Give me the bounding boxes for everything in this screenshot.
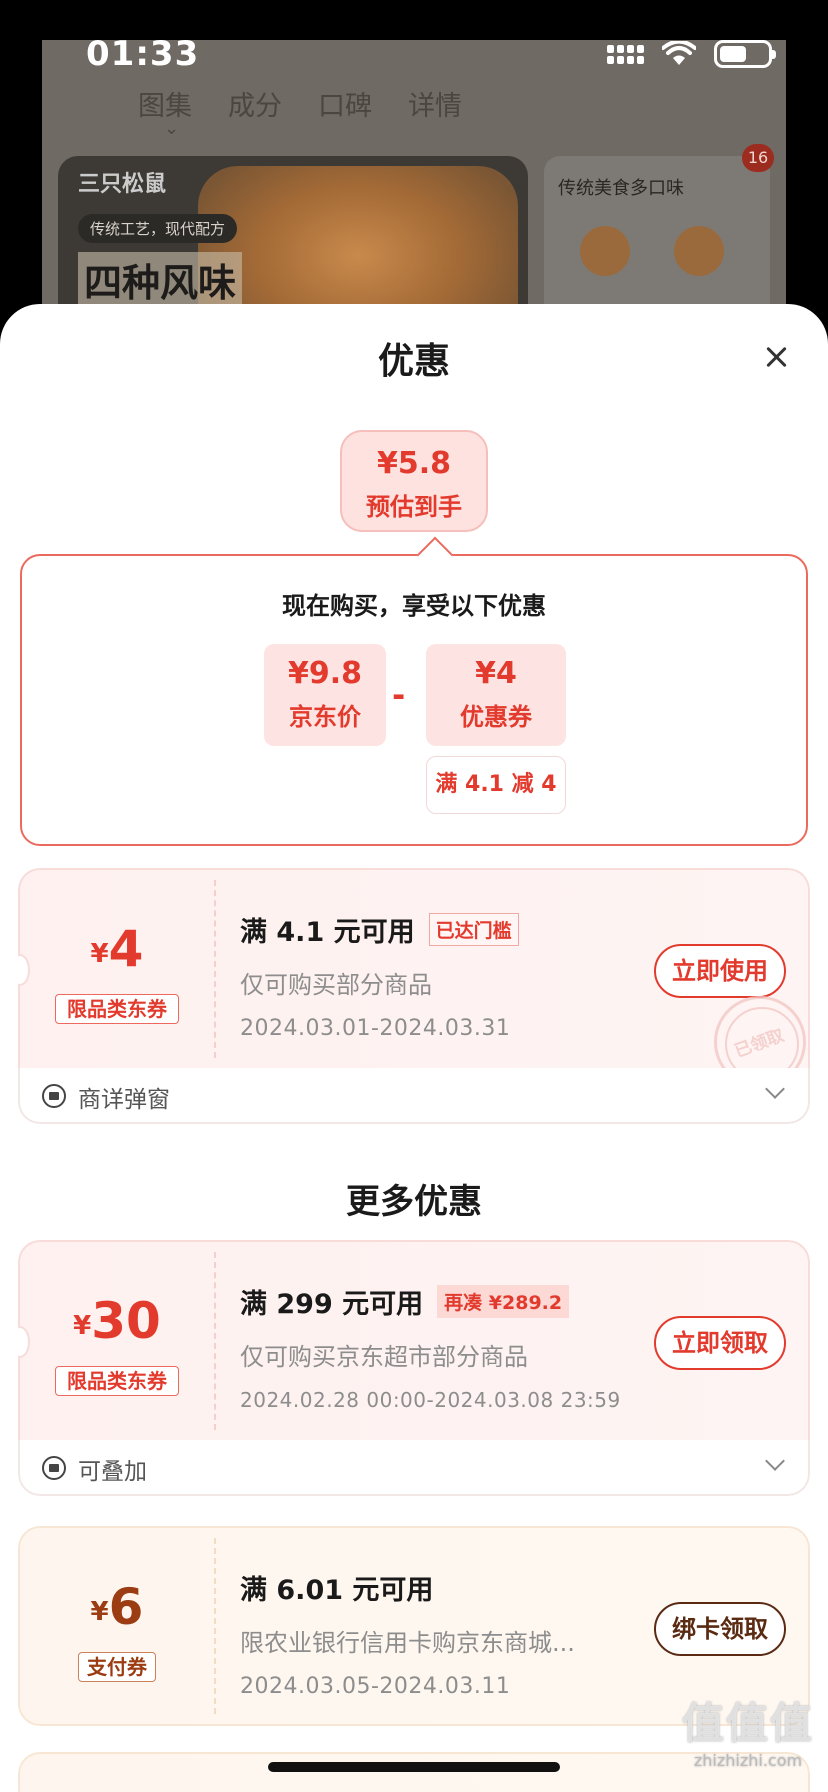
coupon-footer-label: 可叠加: [78, 1459, 147, 1485]
bind-card-claim-button[interactable]: 绑卡领取: [654, 1602, 786, 1656]
discount-sheet: 优惠 ¥5.8 预估到手 现在购买，享受以下优惠 ¥9.8 京东价 - ¥4 优…: [0, 304, 828, 1792]
watermark-logo: 值值值 zhizhizhi.com: [681, 1699, 814, 1770]
coupon-condition: 满 4.1 元可用: [240, 917, 415, 948]
status-icons: [607, 39, 776, 68]
coupon-footer-label: 商详弹窗: [78, 1087, 170, 1113]
coupon-amount: ¥30: [73, 1292, 161, 1350]
bg-tab-details: 详情: [408, 91, 462, 122]
cellular-signal-icon: [607, 44, 644, 64]
coupon-card: ¥4 限品类东券 满 4.1 元可用 已达门槛 仅可购买部分商品 2024.03…: [18, 868, 810, 1124]
home-indicator[interactable]: [268, 1762, 560, 1772]
bg-side-title: 传统美食多口味: [558, 178, 684, 199]
coupon-scope: 仅可购买部分商品: [240, 971, 432, 999]
coupon-value-box: ¥4 优惠券: [426, 644, 566, 746]
wifi-icon: [661, 39, 697, 67]
coupon-body: ¥30 限品类东券 满 299 元可用 再凑 ¥289.2 仅可购买京东超市部分…: [18, 1240, 810, 1440]
coupon-type-tag: 限品类东券: [55, 1366, 179, 1396]
claim-now-button[interactable]: 立即领取: [654, 1316, 786, 1370]
coupon-type-tag: 限品类东券: [55, 994, 179, 1024]
chevron-down-icon[interactable]: [765, 1079, 785, 1099]
more-offers-title: 更多优惠: [346, 1182, 482, 1222]
remaining-amount-badge: 再凑 ¥289.2: [437, 1285, 570, 1318]
jd-price-label: 京东价: [289, 703, 361, 731]
coupon-scope: 限农业银行信用卡购京东商城...: [240, 1629, 575, 1657]
bg-headline: 四种风味: [78, 252, 243, 307]
coupon-condition: 满 299 元可用: [240, 1289, 424, 1320]
calc-title: 现在购买，享受以下优惠: [282, 592, 546, 620]
bg-tab-ingredients: 成分: [228, 91, 282, 122]
coupon-info: 满 299 元可用 再凑 ¥289.2 仅可购买京东超市部分商品 2024.02…: [240, 1282, 621, 1412]
coupon-validity: 2024.03.01-2024.03.31: [240, 1016, 511, 1041]
jd-price-value: ¥9.8: [287, 656, 363, 691]
coupon-footer[interactable]: 商详弹窗: [18, 1068, 810, 1124]
coupon-info: 满 4.1 元可用 已达门槛 仅可购买部分商品 2024.03.01-2024.…: [240, 910, 519, 1041]
coupon-value: ¥4: [475, 656, 517, 691]
brand-logo: 三只松鼠: [78, 172, 167, 197]
estimated-price-label: 预估到手: [366, 493, 462, 521]
snack-image: [674, 226, 724, 276]
coupon-body: ¥4 限品类东券 满 4.1 元可用 已达门槛 仅可购买部分商品 2024.03…: [18, 868, 810, 1088]
coupon-type-tag: 支付券: [78, 1652, 156, 1682]
bg-tab-chevron-icon: ⌄: [164, 118, 180, 139]
coupon-condition: 满 6.01 元可用: [240, 1575, 434, 1606]
snack-image: [580, 226, 630, 276]
bg-tab-reviews: 口碑: [318, 91, 372, 122]
use-now-button[interactable]: 立即使用: [654, 944, 786, 998]
background-tabs: 图集 成分 口碑 详情: [138, 84, 462, 123]
coupon-label: 优惠券: [460, 703, 532, 731]
chevron-down-icon[interactable]: [765, 1451, 785, 1471]
coupon-condition: 满 4.1 减 4: [426, 756, 566, 814]
coupon-footer[interactable]: 可叠加: [18, 1440, 810, 1496]
battery-icon: [714, 40, 776, 68]
image-count-badge: 16: [742, 144, 774, 172]
coupon-card: ¥30 限品类东券 满 299 元可用 再凑 ¥289.2 仅可购买京东超市部分…: [18, 1240, 810, 1496]
bg-feature-badge: 传统工艺，现代配方: [78, 214, 238, 243]
minus-sign: -: [392, 676, 406, 714]
estimated-price-box: ¥5.8 预估到手: [340, 430, 488, 532]
threshold-badge: 已达门槛: [428, 913, 519, 946]
sheet-title: 优惠: [377, 341, 450, 382]
coupon-amount: ¥4: [90, 920, 144, 978]
status-time: 01:33: [86, 34, 200, 74]
stack-icon: [42, 1456, 66, 1480]
coupon-amount: ¥6: [90, 1578, 144, 1636]
ticket-icon: [42, 1084, 66, 1108]
coupon-validity: 2024.03.05-2024.03.11: [240, 1674, 511, 1699]
price-calculation: 现在购买，享受以下优惠 ¥9.8 京东价 - ¥4 优惠券 满 4.1 减 4: [20, 554, 808, 846]
jd-price-box: ¥9.8 京东价: [264, 644, 386, 746]
close-icon[interactable]: [762, 344, 792, 374]
coupon-info: 满 6.01 元可用 限农业银行信用卡购京东商城... 2024.03.05-2…: [240, 1568, 575, 1699]
coupon-validity: 2024.02.28 00:00-2024.03.08 23:59: [240, 1388, 621, 1412]
estimated-price: ¥5.8: [376, 446, 452, 481]
coupon-scope: 仅可购买京东超市部分商品: [240, 1343, 528, 1371]
